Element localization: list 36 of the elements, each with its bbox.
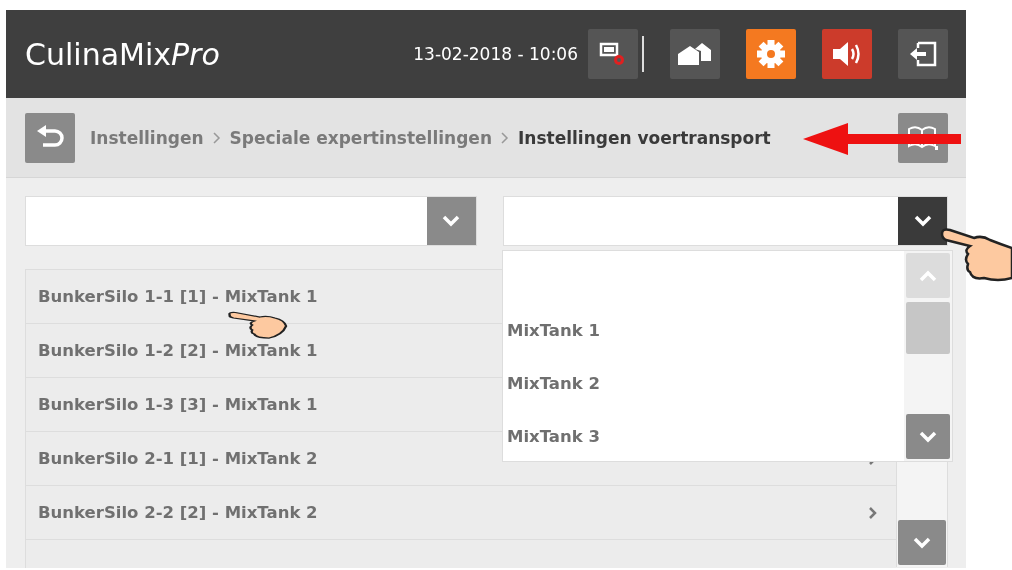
row-label: BunkerSilo 1-2 [2] - MixTank 1 [38, 341, 318, 360]
logout-button[interactable] [898, 29, 948, 79]
scrollbar-thumb[interactable] [906, 302, 950, 354]
row-label: BunkerSilo 2-2 [2] - MixTank 2 [38, 503, 318, 522]
chevron-down-icon [441, 214, 461, 228]
logout-icon [908, 41, 938, 67]
breadcrumb-item[interactable]: Instellingen [90, 127, 204, 148]
row-label: BunkerSilo 2-1 [1] - MixTank 2 [38, 449, 318, 468]
back-button[interactable] [25, 112, 75, 163]
houses-button[interactable] [670, 29, 720, 79]
houses-icon [677, 42, 713, 66]
chevron-icon [212, 131, 221, 144]
pointing-hand-icon [940, 226, 1012, 282]
scroll-down-button[interactable] [898, 520, 946, 565]
dropdown-field[interactable] [25, 196, 477, 246]
breadcrumb-item[interactable]: Speciale expertinstellingen [229, 127, 492, 148]
chevron-icon [501, 131, 509, 144]
pointing-hand-icon [226, 311, 288, 339]
date-time: 13-02-2018 - 10:06 [413, 44, 578, 64]
screen-record-icon [599, 41, 627, 67]
book-question-icon [906, 123, 940, 152]
chevron-up-icon [918, 268, 938, 283]
row-label: BunkerSilo 1-1 [1] - MixTank 1 [38, 287, 318, 306]
chevron-down-icon [912, 214, 933, 228]
scroll-down-button[interactable] [906, 414, 950, 459]
dropdown-field[interactable] [502, 196, 948, 246]
screen-record-button[interactable] [588, 29, 638, 79]
chevron-down-icon [918, 429, 938, 444]
sound-button[interactable] [822, 29, 872, 79]
dropdown-button[interactable] [898, 197, 947, 245]
speaker-icon [831, 40, 863, 68]
breadcrumb-item: Instellingen voertransport [518, 127, 771, 148]
chevron-down-icon [912, 535, 932, 550]
settings-button[interactable] [746, 29, 796, 79]
app-title: CulinaMixPro [25, 36, 221, 72]
row-label: BunkerSilo 1-3 [3] - MixTank 1 [38, 395, 318, 414]
